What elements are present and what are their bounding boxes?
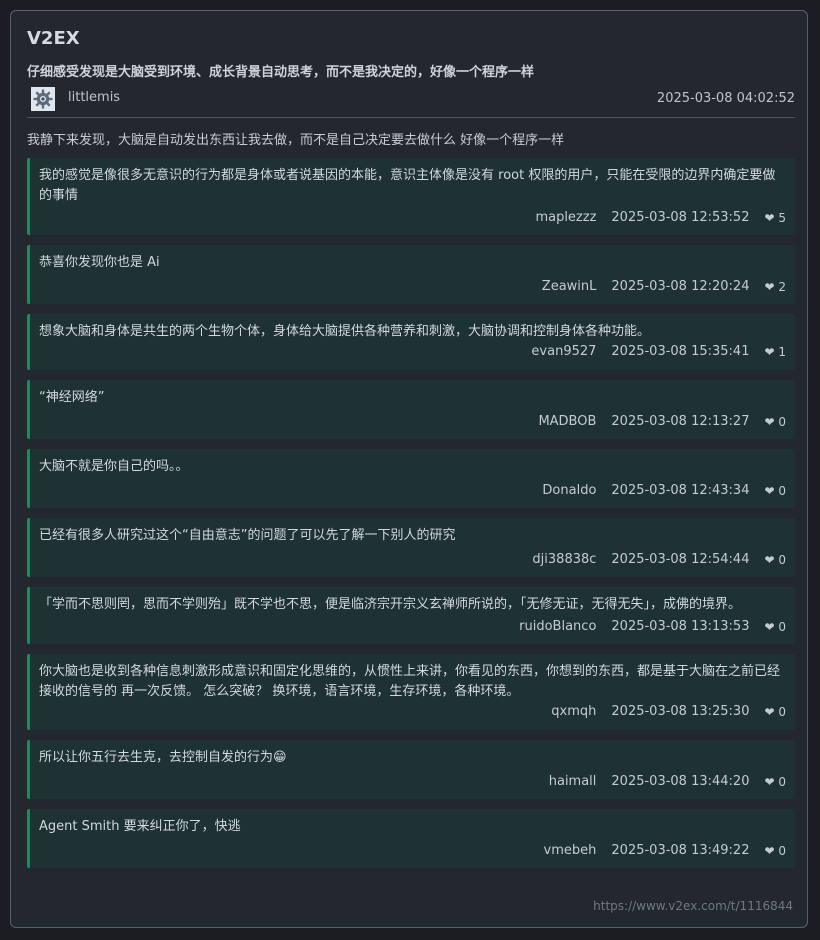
reply-time: 2025-03-08 13:25:30 [611, 704, 750, 719]
reply-likes[interactable]: ❤ 0 [764, 841, 786, 861]
topic-title[interactable]: 仔细感受发现是大脑受到环境、成长背景自动思考，而不是我决定的，好像一个程序一样 [27, 61, 534, 80]
reply-content: “神经网络” [39, 390, 105, 405]
reply-item: 「学而不思则罔，思而不学则殆」既不学也不思，便是临济宗开宗义玄禅师所说的，「无修… [27, 587, 795, 644]
reply-content: 想象大脑和身体是共生的两个生物个体，身体给大脑提供各种营养和刺激，大脑协调和控制… [39, 324, 651, 339]
reply-likes[interactable]: ❤ 0 [764, 550, 786, 570]
reply-time: 2025-03-08 12:54:44 [611, 552, 750, 567]
reply-meta: Donaldo 2025-03-08 12:43:34 ❤ 0 [39, 481, 786, 501]
reply-likes[interactable]: ❤ 0 [764, 481, 786, 501]
reply-likes[interactable]: ❤ 0 [764, 617, 786, 637]
reply-likes[interactable]: ❤ 5 [764, 208, 786, 228]
author-row: littlemis 2025-03-08 04:02:52 [31, 87, 795, 111]
reply-meta: maplezzz 2025-03-08 12:53:52 ❤ 5 [39, 208, 786, 228]
topic-body: 我静下来发现，大脑是自动发出东西让我去做，而不是自己决定要去做什么 好像一个程序… [27, 133, 565, 148]
reply-likes[interactable]: ❤ 1 [764, 342, 786, 362]
reply-meta: dji38838c 2025-03-08 12:54:44 ❤ 0 [39, 550, 786, 570]
reply-time: 2025-03-08 13:49:22 [611, 843, 750, 858]
reply-item: 想象大脑和身体是共生的两个生物个体，身体给大脑提供各种营养和刺激，大脑协调和控制… [27, 314, 795, 370]
topic-card: V2EX 仔细感受发现是大脑受到环境、成长背景自动思考，而不是我决定的，好像一个… [10, 10, 808, 928]
reply-meta: ruidoBlanco 2025-03-08 13:13:53 ❤ 0 [39, 617, 786, 637]
reply-meta: ZeawinL 2025-03-08 12:20:24 ❤ 2 [39, 277, 786, 297]
reply-item: 大脑不就是你自己的吗。。 Donaldo 2025-03-08 12:43:34… [27, 449, 795, 508]
reply-time: 2025-03-08 12:20:24 [611, 279, 750, 294]
reply-time: 2025-03-08 12:43:34 [611, 483, 750, 498]
reply-likes[interactable]: ❤ 0 [764, 412, 786, 432]
reply-time: 2025-03-08 12:13:27 [611, 414, 750, 429]
avatar-gear-icon [31, 87, 55, 111]
reply-item: 已经有很多人研究过这个“自由意志”的问题了可以先了解一下别人的研究 dji388… [27, 518, 795, 577]
reply-time: 2025-03-08 13:44:20 [611, 774, 750, 789]
reply-content: 你大脑也是收到各种信息刺激形成意识和固定化思维的，从惯性上来讲，你看见的东西，你… [39, 664, 781, 699]
reply-meta: vmebeh 2025-03-08 13:49:22 ❤ 0 [39, 841, 786, 861]
reply-content: 「学而不思则罔，思而不学则殆」既不学也不思，便是临济宗开宗义玄禅师所说的，「无修… [39, 597, 742, 612]
reply-content: 恭喜你发现你也是 Ai [39, 255, 160, 270]
reply-item: Agent Smith 要来纠正你了，快逃 vmebeh 2025-03-08 … [27, 809, 795, 868]
author-name[interactable]: littlemis [68, 90, 120, 105]
reply-item: “神经网络” MADBOB 2025-03-08 12:13:27 ❤ 0 [27, 380, 795, 439]
reply-likes[interactable]: ❤ 0 [764, 772, 786, 792]
site-title[interactable]: V2EX [27, 28, 80, 49]
reply-content: 我的感觉是像很多无意识的行为都是身体或者说基因的本能，意识主体像是没有 root… [39, 168, 776, 203]
reply-item: 你大脑也是收到各种信息刺激形成意识和固定化思维的，从惯性上来讲，你看见的东西，你… [27, 654, 795, 730]
reply-time: 2025-03-08 13:13:53 [611, 619, 750, 634]
topic-time: 2025-03-08 04:02:52 [656, 91, 795, 106]
reply-likes[interactable]: ❤ 2 [764, 277, 786, 297]
reply-meta: haimall 2025-03-08 13:44:20 ❤ 0 [39, 772, 786, 792]
reply-content: 所以让你五行去生克，去控制自发的行为😁 [39, 750, 287, 765]
reply-content: 大脑不就是你自己的吗。。 [39, 459, 189, 474]
reply-content: 已经有很多人研究过这个“自由意志”的问题了可以先了解一下别人的研究 [39, 528, 456, 543]
avatar[interactable] [31, 87, 55, 111]
reply-meta: qxmqh 2025-03-08 13:25:30 ❤ 0 [39, 702, 786, 722]
reply-username[interactable]: maplezzz [535, 208, 596, 228]
reply-username[interactable]: ZeawinL [542, 277, 597, 297]
reply-item: 所以让你五行去生克，去控制自发的行为😁 haimall 2025-03-08 1… [27, 740, 795, 799]
reply-username[interactable]: ruidoBlanco [519, 617, 596, 637]
reply-item: 我的感觉是像很多无意识的行为都是身体或者说基因的本能，意识主体像是没有 root… [27, 158, 795, 235]
reply-username[interactable]: MADBOB [538, 412, 596, 432]
reply-username[interactable]: Donaldo [542, 481, 596, 501]
reply-content: Agent Smith 要来纠正你了，快逃 [39, 819, 241, 834]
topic-url-link[interactable]: https://www.v2ex.com/t/1116844 [593, 899, 793, 913]
reply-username[interactable]: evan9527 [531, 342, 596, 362]
reply-username[interactable]: dji38838c [532, 550, 596, 570]
reply-meta: evan9527 2025-03-08 15:35:41 ❤ 1 [39, 342, 786, 362]
divider [27, 117, 795, 118]
reply-time: 2025-03-08 12:53:52 [611, 210, 750, 225]
reply-username[interactable]: qxmqh [551, 702, 596, 722]
reply-time: 2025-03-08 15:35:41 [611, 344, 750, 359]
reply-username[interactable]: vmebeh [544, 841, 597, 861]
reply-meta: MADBOB 2025-03-08 12:13:27 ❤ 0 [39, 412, 786, 432]
reply-username[interactable]: haimall [549, 772, 597, 792]
reply-list: 我的感觉是像很多无意识的行为都是身体或者说基因的本能，意识主体像是没有 root… [27, 158, 795, 878]
reply-item: 恭喜你发现你也是 Ai ZeawinL 2025-03-08 12:20:24 … [27, 245, 795, 304]
reply-likes[interactable]: ❤ 0 [764, 702, 786, 722]
